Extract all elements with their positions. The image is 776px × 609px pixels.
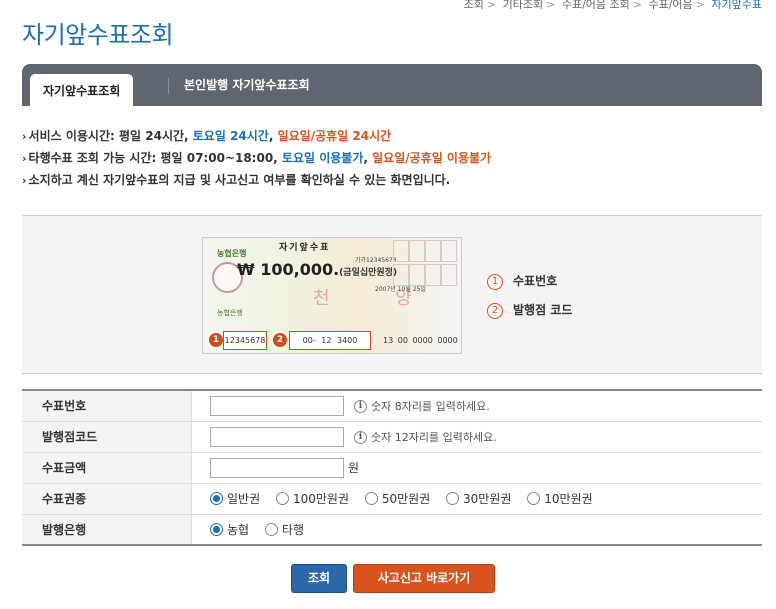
radio-checked-icon[interactable]	[210, 522, 223, 536]
amount-label: 수표금액	[22, 451, 192, 484]
breadcrumb-separator-icon: >	[486, 0, 497, 11]
radio-icon[interactable]	[275, 492, 289, 505]
breadcrumb-separator-icon: >	[546, 0, 556, 11]
arrow-icon: ›	[22, 130, 27, 143]
sample-check-image: 농협은행 농협은행 자기앞수표 가가12345678 ₩ 100,000.(금일…	[202, 237, 462, 354]
form-row-check-number: 수표번호 i 숫자 8자리를 입력하세요.	[22, 389, 762, 422]
sample-check-panel: 농협은행 농협은행 자기앞수표 가가12345678 ₩ 100,000.(금일…	[22, 215, 762, 374]
info-icon: i	[354, 400, 367, 414]
radio-icon[interactable]	[264, 522, 278, 536]
form-row-check-type: 수표권종 일반권 100만원권 50만원권 30만원권 10만원권	[22, 482, 762, 515]
tab-bar: 자기앞수표조회 본인발행 자기앞수표조회	[22, 64, 762, 106]
check-type-label: 수표권종	[22, 482, 192, 515]
branch-code-label: 발행점코드	[22, 420, 192, 453]
check-heading: 자기앞수표	[279, 243, 331, 253]
branch-code-input[interactable]	[210, 426, 344, 447]
radio-checked-icon[interactable]	[210, 492, 223, 505]
radio-icon[interactable]	[364, 492, 378, 505]
breadcrumb-item[interactable]: 조회	[464, 0, 484, 11]
marker-2-icon: 2	[273, 333, 287, 347]
arrow-icon: ›	[22, 152, 27, 165]
check-amount: ₩ 100,000.(금일십만원정)	[237, 260, 398, 279]
check-grid	[393, 240, 459, 310]
circled-1-icon: 1	[487, 273, 503, 290]
form-row-issuing-bank: 발행은행 농협 타행	[22, 513, 762, 546]
check-number-input[interactable]	[210, 395, 344, 416]
radio-icon[interactable]	[446, 492, 460, 505]
breadcrumb-item[interactable]: 수표/어음 조회	[562, 0, 630, 11]
radio-100k[interactable]: 10만원권	[527, 490, 593, 507]
check-number-label: 수표번호	[22, 389, 192, 422]
branch-code-box: 00- 12 3400 0000	[289, 331, 371, 350]
radio-general[interactable]: 일반권	[210, 490, 260, 507]
inquiry-form: 수표번호 i 숫자 8자리를 입력하세요. 발행점코드 i 숫자 12자리를 입력하…	[22, 389, 762, 546]
breadcrumb-current: 자기앞수표	[711, 0, 762, 11]
breadcrumb-separator-icon: >	[695, 0, 705, 11]
legend-branch-code: 2 발행점 코드	[487, 300, 572, 320]
info-service-hours: › 서비스 이용시간: 평일 24시간, 토요일 24시간, 일요일/공휴일 24…	[22, 129, 392, 143]
radio-1million[interactable]: 100만원권	[275, 490, 349, 507]
breadcrumb-item[interactable]: 기타조회	[503, 0, 543, 11]
amount-input[interactable]	[210, 457, 344, 478]
report-accident-button[interactable]: 사고신고 바로가기	[353, 564, 495, 593]
issuing-bank-label: 발행은행	[22, 513, 192, 546]
search-button[interactable]: 조회	[291, 564, 347, 593]
marker-1-icon: 1	[209, 333, 223, 347]
amount-unit: 원	[348, 461, 360, 475]
radio-500k[interactable]: 50만원권	[364, 490, 430, 507]
radio-icon[interactable]	[527, 492, 541, 505]
arrow-icon: ›	[22, 174, 27, 187]
breadcrumb-separator-icon: >	[632, 0, 642, 11]
branch-code-hint: 숫자 12자리를 입력하세요.	[371, 430, 497, 444]
breadcrumb-item[interactable]: 수표/어음	[648, 0, 692, 11]
legend-check-number: 1 수표번호	[487, 271, 557, 291]
circled-2-icon: 2	[487, 302, 503, 319]
page-title: 자기앞수표조회	[22, 21, 174, 49]
radio-other-bank[interactable]: 타행	[264, 521, 304, 538]
check-number-hint: 숫자 8자리를 입력하세요.	[371, 399, 490, 413]
check-number-box: 12345678	[223, 331, 267, 350]
breadcrumb: 조회 > 기타조회 > 수표/어음 조회 > 수표/어음 > 자기앞수표	[464, 0, 762, 12]
service-info-list: › 서비스 이용시간: 평일 24시간, 토요일 24시간, 일요일/공휴일 24…	[22, 124, 491, 190]
tab-divider	[168, 78, 169, 94]
tab-own-issued-inquiry[interactable]: 본인발행 자기앞수표조회	[184, 74, 310, 96]
form-row-amount: 수표금액 원	[22, 451, 762, 484]
radio-300k[interactable]: 30만원권	[446, 490, 511, 507]
info-other-bank-hours: › 타행수표 조회 가능 시간: 평일 07:00~18:00, 토요일 이용불가…	[22, 151, 492, 165]
check-bank-name: 농협은행	[217, 249, 247, 258]
info-icon: i	[354, 431, 367, 444]
check-tail-number: 13 00 0000 0000	[383, 336, 458, 345]
check-bank-name-bottom: 농협은행	[217, 309, 243, 317]
form-row-branch-code: 발행점코드 i 숫자 12자리를 입력하세요.	[22, 420, 762, 453]
info-description: › 소지하고 계신 자기앞수표의 지급 및 사고신고 여부를 확인하실 수 있는 …	[22, 173, 451, 187]
radio-nonghyup[interactable]: 농협	[210, 521, 249, 538]
tab-check-inquiry[interactable]: 자기앞수표조회	[30, 74, 134, 106]
